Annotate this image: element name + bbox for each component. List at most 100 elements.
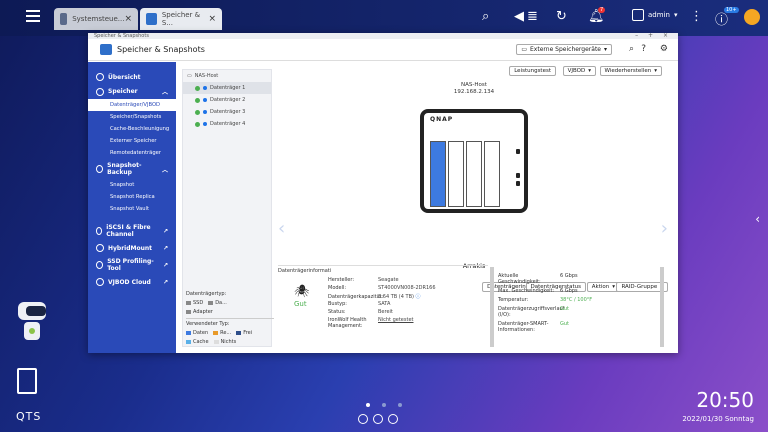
info-row: Bustyp: SATA xyxy=(328,301,391,307)
gear-icon[interactable] xyxy=(358,414,368,424)
prev-arrow-icon[interactable]: ‹ xyxy=(278,218,285,239)
chevron-down-icon: ▾ xyxy=(654,68,657,74)
storage-window: Speicher & Snapshots – + × Speicher & Sn… xyxy=(88,33,678,353)
disk-icon xyxy=(203,98,207,102)
robot-icon xyxy=(14,302,50,346)
chevron-up-icon: ︿ xyxy=(161,166,168,174)
tree-node-host[interactable]: ▭ NAS-Host xyxy=(183,70,271,82)
tree-node-disk-3[interactable]: Datenträger 3 xyxy=(183,106,271,118)
sidebar: Übersicht Speicher ︿ Datenträger/VJBOD Sp… xyxy=(88,62,176,353)
dashboard-icon[interactable] xyxy=(744,9,760,25)
disk-bay-3[interactable] xyxy=(466,141,482,207)
info-row: Datenträgerkapazität:3.64 TB (4 TB) ⓘ xyxy=(328,294,421,300)
tab-system-control[interactable]: Systemsteue... × xyxy=(54,8,138,30)
external-link-icon: ↗ xyxy=(162,261,168,269)
reserve-color-swatch xyxy=(213,331,219,335)
search-icon[interactable] xyxy=(373,414,383,424)
storage-icon xyxy=(96,87,104,96)
adapter-swatch xyxy=(186,310,191,314)
ssd-icon xyxy=(96,261,104,269)
search-icon[interactable]: ⌕ xyxy=(629,44,634,54)
disk-bay-1[interactable] xyxy=(430,141,446,207)
help-icon[interactable]: ? xyxy=(641,44,646,54)
hybridmount-icon xyxy=(96,244,104,252)
chevron-left-icon[interactable]: ‹ xyxy=(755,212,760,226)
network-icon[interactable] xyxy=(388,414,398,424)
external-devices-button[interactable]: ▭ Externe Speichergeräte ▾ xyxy=(516,44,612,55)
data-swatch xyxy=(208,301,214,305)
disk-bay-4[interactable] xyxy=(484,141,500,207)
vjbod-button[interactable]: VJBOD ▾ xyxy=(562,66,596,76)
info-badge: 10+ xyxy=(724,7,739,13)
trash-icon[interactable] xyxy=(17,368,37,394)
sidebar-item-snapshot-replica[interactable]: Snapshot Replica xyxy=(88,191,176,203)
next-arrow-icon[interactable]: › xyxy=(661,218,668,239)
tab-storage[interactable]: Speicher & S... × xyxy=(140,8,222,30)
host-ip: 192.168.2.134 xyxy=(453,89,495,95)
sidebar-item-cache[interactable]: Cache-Beschleunigung xyxy=(88,123,176,135)
menu-icon[interactable] xyxy=(26,10,40,22)
stat-row: Max. Geschwindigkeit: 6 Gbps xyxy=(498,288,578,294)
chevron-down-icon: ▾ xyxy=(588,68,591,74)
page-indicator[interactable] xyxy=(366,403,402,407)
qnap-logo: QNAP xyxy=(430,116,454,123)
sidebar-item-remote[interactable]: Remotedatenträger xyxy=(88,147,176,159)
info-icon[interactable]: ⓘ xyxy=(416,294,421,300)
search-icon[interactable]: ⌕ xyxy=(482,9,489,27)
disk-icon xyxy=(203,86,207,90)
health-status: Gut xyxy=(294,300,307,308)
ironwolf-link[interactable]: Nicht getestet xyxy=(378,317,414,323)
scrollbar[interactable] xyxy=(490,267,494,347)
app-header: Speicher & Snapshots ▭ Externe Speicherg… xyxy=(88,39,678,61)
health-icon: 🕷 xyxy=(294,284,310,298)
sidebar-item-ssd-profiling[interactable]: SSD Profiling-Tool ↗ xyxy=(88,255,176,275)
sidebar-item-disks[interactable]: Datenträger/VJBOD xyxy=(88,99,176,111)
sidebar-item-external[interactable]: Externer Speicher xyxy=(88,135,176,147)
sidebar-item-vjbod-cloud[interactable]: VJBOD Cloud ↗ xyxy=(88,275,176,289)
helpdesk-robot[interactable] xyxy=(14,302,50,346)
restore-button[interactable]: Wiederherstellen ▾ xyxy=(599,66,662,76)
usb-port-icon xyxy=(516,173,520,178)
page-dot[interactable] xyxy=(366,403,370,407)
more-icon[interactable]: ⋮ xyxy=(690,9,703,27)
clock-time: 20:50 xyxy=(696,388,754,412)
user-menu[interactable]: admin ▾ xyxy=(632,9,677,21)
stat-row: Aktuelle Geschwindigkeit: 6 Gbps xyxy=(498,273,578,285)
nas-device-image[interactable]: QNAP xyxy=(420,109,528,213)
close-icon[interactable]: × xyxy=(124,14,132,24)
status-ok-icon xyxy=(195,85,200,91)
page-dot[interactable] xyxy=(398,403,402,407)
info-row: Modell: ST4000VN008-2DR166 xyxy=(328,285,436,291)
sidebar-item-storage[interactable]: Speicher ︿ xyxy=(88,84,176,99)
sidebar-item-storage-snapshots[interactable]: Speicher/Snapshots xyxy=(88,111,176,123)
volume-icon[interactable]: ◀ xyxy=(514,9,524,27)
sidebar-item-snapshot-vault[interactable]: Snapshot Vault xyxy=(88,203,176,215)
sidebar-item-snapshot-backup[interactable]: Snapshot-Backup ︿ xyxy=(88,159,176,179)
tree-node-disk-1[interactable]: Datenträger 1 xyxy=(183,82,271,94)
storage-logo-icon xyxy=(100,44,112,55)
sidebar-item-hybridmount[interactable]: HybridMount ↗ xyxy=(88,241,176,255)
tasks-icon[interactable]: ≣ xyxy=(527,9,538,27)
sidebar-item-iscsi[interactable]: iSCSI & Fibre Channel ↗ xyxy=(88,221,176,241)
disk-bay-2[interactable] xyxy=(448,141,464,207)
sync-icon[interactable]: ↻ xyxy=(556,9,567,27)
tree-node-disk-2[interactable]: Datenträger 2 xyxy=(183,94,271,106)
usb-port-icon xyxy=(516,181,520,186)
external-link-icon: ↗ xyxy=(162,227,168,235)
info-row: Hersteller: Seagate xyxy=(328,277,399,283)
external-link-icon: ↗ xyxy=(162,278,168,286)
nothing-color-swatch xyxy=(213,340,219,344)
disk-info-panel: Datenträgerinformati 🕷 Gut Hersteller: Se… xyxy=(278,265,488,351)
free-color-swatch xyxy=(236,331,242,335)
scrollbar[interactable] xyxy=(660,267,664,347)
data-color-swatch xyxy=(186,331,191,335)
close-icon[interactable]: × xyxy=(208,14,216,24)
sidebar-item-overview[interactable]: Übersicht xyxy=(88,70,176,84)
performance-test-button[interactable]: Leistungstest xyxy=(509,66,556,76)
clock-date: 2022/01/30 Sonntag xyxy=(682,415,754,423)
tree-node-disk-4[interactable]: Datenträger 4 xyxy=(183,118,271,130)
page-dot[interactable] xyxy=(382,403,386,407)
gear-icon[interactable]: ⚙ xyxy=(660,44,668,54)
ssd-swatch xyxy=(186,301,191,305)
sidebar-item-snapshot[interactable]: Snapshot xyxy=(88,179,176,191)
